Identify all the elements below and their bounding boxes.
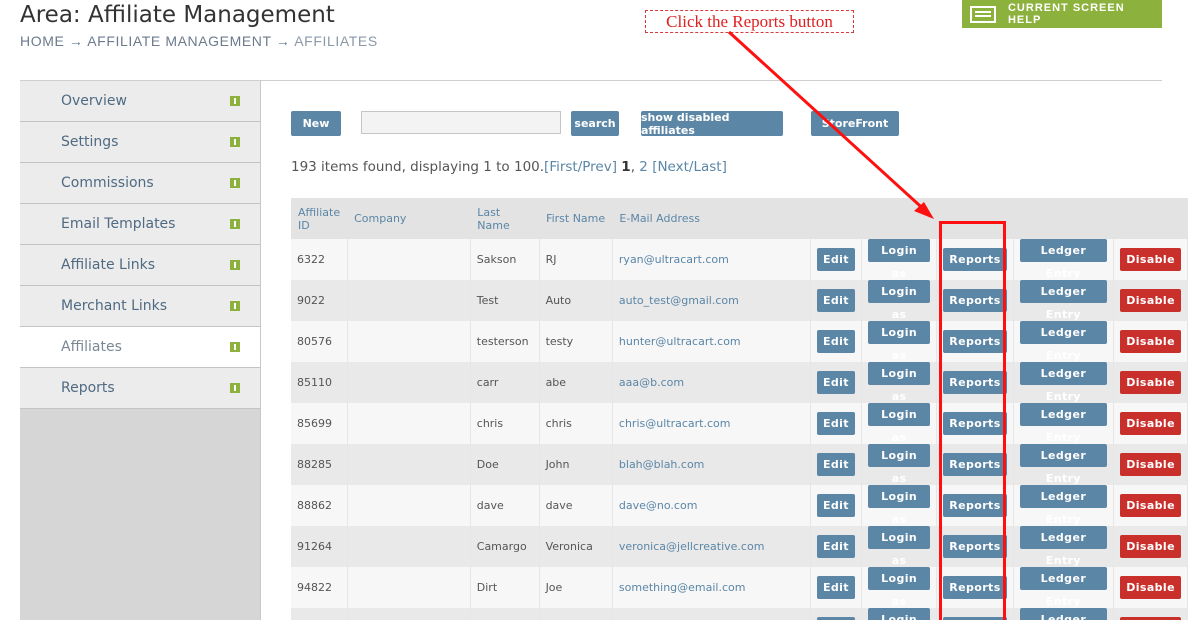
- pointer-arrow-icon: [727, 30, 934, 219]
